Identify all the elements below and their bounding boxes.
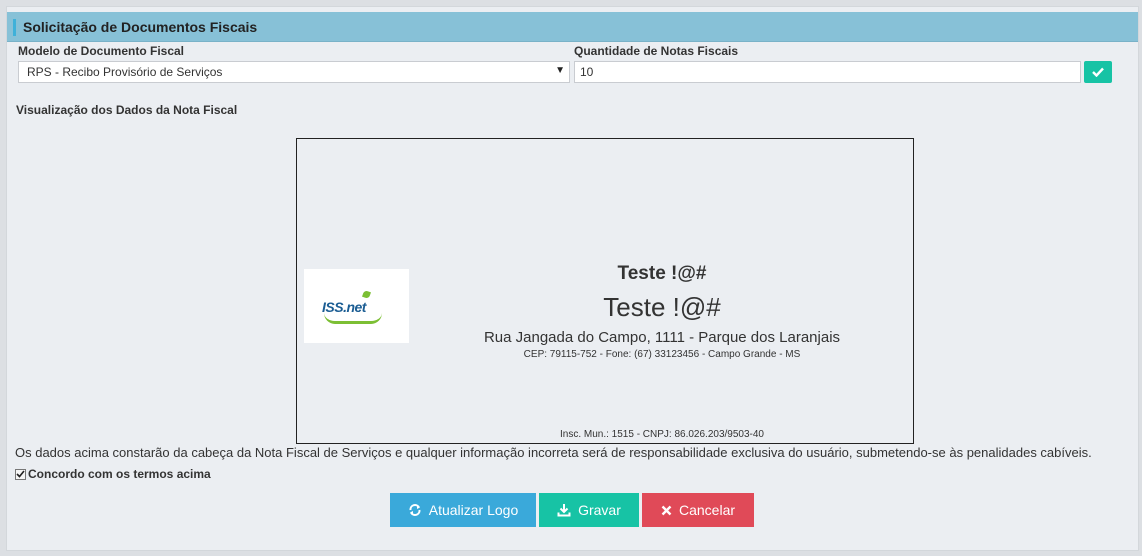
cancel-label: Cancelar xyxy=(678,502,736,518)
agree-checkbox[interactable] xyxy=(15,468,26,480)
document-model-value: RPS - Recibo Provisório de Serviços xyxy=(27,65,223,79)
document-model-select[interactable]: RPS - Recibo Provisório de Serviços ▼ xyxy=(18,61,570,83)
update-logo-button[interactable]: Atualizar Logo xyxy=(390,493,536,527)
company-contact: CEP: 79115-752 - Fone: (67) 33123456 - C… xyxy=(523,349,801,360)
request-panel: Solicitação de Documentos Fiscais Modelo… xyxy=(6,6,1139,551)
cancel-button[interactable]: Cancelar xyxy=(642,493,754,527)
model-label: Modelo de Documento Fiscal xyxy=(18,44,185,58)
chevron-down-icon: ▼ xyxy=(555,65,565,76)
header-accent-bar xyxy=(13,19,16,36)
panel-header: Solicitação de Documentos Fiscais xyxy=(7,12,1138,42)
save-label: Gravar xyxy=(578,502,621,518)
preview-section-label: Visualização dos Dados da Nota Fiscal xyxy=(16,103,238,117)
panel-title: Solicitação de Documentos Fiscais xyxy=(23,19,258,35)
checkmark-icon xyxy=(16,470,25,478)
update-logo-label: Atualizar Logo xyxy=(428,502,519,518)
logo-swoosh xyxy=(324,313,382,324)
company-address: Rua Jangada do Campo, 1111 - Parque dos … xyxy=(483,329,841,346)
agree-terms[interactable]: Concordo com os termos acima xyxy=(15,467,211,481)
agree-label: Concordo com os termos acima xyxy=(28,467,211,481)
company-name-bold: Teste !@# xyxy=(617,263,707,284)
company-name-large: Teste !@# xyxy=(603,292,721,322)
refresh-icon xyxy=(409,504,421,516)
quantity-input[interactable] xyxy=(574,61,1081,83)
company-registration: Insc. Mun.: 1515 - CNPJ: 86.026.203/9503… xyxy=(559,429,764,440)
save-button[interactable]: Gravar xyxy=(539,493,639,527)
confirm-quantity-button[interactable] xyxy=(1084,61,1112,83)
disclaimer-text: Os dados acima constarão da cabeça da No… xyxy=(15,445,1092,460)
company-logo: ISS.net xyxy=(304,269,409,343)
leaf-icon xyxy=(362,290,371,299)
check-icon xyxy=(1092,67,1104,77)
invoice-header-preview: ISS.net Teste !@# Teste !@# Rua Jangada … xyxy=(296,138,914,444)
close-icon xyxy=(661,505,672,515)
download-icon xyxy=(557,504,571,517)
quantity-label: Quantidade de Notas Fiscais xyxy=(574,44,739,58)
